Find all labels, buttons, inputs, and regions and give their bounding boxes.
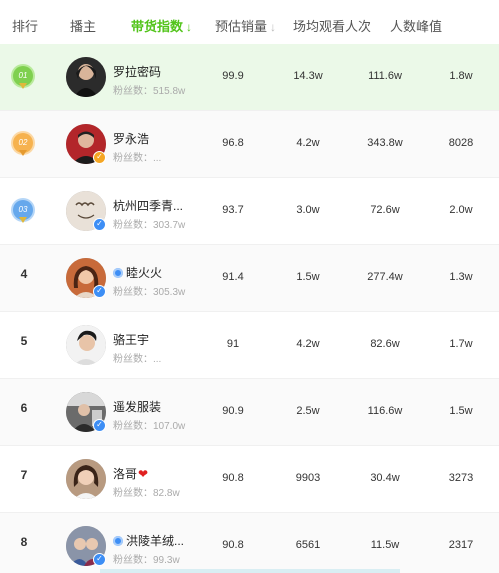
table-row[interactable]: 5 骆王宇 粉丝数：... 91 4.2w 82.6w 1.7w [0, 312, 499, 379]
header-streamer: 播主 [70, 19, 97, 34]
sales-value: 14.3w [293, 70, 323, 82]
peak-value: 1.5w [449, 405, 473, 417]
table-row[interactable]: 01 罗拉密码 粉丝数：515.8w 99.9 14.3w 111.6w 1.8… [0, 44, 499, 111]
sales-value: 3.0w [296, 204, 320, 216]
avatar[interactable] [66, 459, 106, 499]
fans-count: 粉丝数：107.0w [113, 421, 186, 432]
sales-value: 9903 [295, 472, 321, 484]
views-value: 11.5w [370, 539, 400, 551]
header-rank: 排行 [12, 19, 39, 34]
creator-badge-icon [113, 268, 123, 278]
sort-down-arrow-icon: ↓ [270, 20, 277, 34]
verified-check-icon: ✓ [93, 218, 106, 231]
header-score-sort[interactable]: 带货指数 ↓ [131, 16, 192, 35]
bronze-medal-icon: 03 [13, 200, 33, 223]
header-peak: 人数峰值 [390, 19, 443, 34]
table-row[interactable]: 03 ✓ 杭州四季青... 粉丝数：303.7w 93.7 3.0w 72.6w… [0, 178, 499, 245]
fans-count: 粉丝数：... [113, 153, 162, 164]
fans-count: 粉丝数：... [113, 354, 162, 365]
peak-value: 8028 [448, 137, 474, 149]
sales-value: 2.5w [296, 405, 320, 417]
header-sales-sort[interactable]: 预估销量 ↓ [215, 16, 276, 35]
score-value: 91.4 [222, 271, 244, 283]
peak-value: 3273 [448, 472, 474, 484]
silver-medal-icon: 02 [13, 133, 33, 156]
fans-count: 粉丝数：515.8w [113, 86, 186, 97]
fans-count: 粉丝数：305.3w [113, 287, 186, 298]
header-views: 场均观看人次 [293, 19, 372, 34]
views-value: 72.6w [370, 204, 400, 216]
score-value: 93.7 [222, 204, 244, 216]
peak-value: 1.7w [449, 338, 473, 350]
sales-value: 4.2w [296, 338, 320, 350]
score-value: 96.8 [222, 137, 244, 149]
verified-check-icon: ✓ [93, 151, 106, 164]
streamer-name[interactable]: 罗拉密码 [113, 63, 161, 80]
peak-value: 1.3w [449, 271, 473, 283]
ranking-table: 01 罗拉密码 粉丝数：515.8w 99.9 14.3w 111.6w 1.8… [0, 44, 499, 573]
score-value: 99.9 [222, 70, 244, 82]
table-header: 排行 播主 带货指数 ↓ 预估销量 ↓ 场均观看人次 人数峰值 [0, 0, 499, 48]
views-value: 111.6w [368, 70, 402, 82]
score-value: 90.9 [222, 405, 244, 417]
streamer-name-with-badge[interactable]: 睦火火 [113, 264, 162, 281]
horizontal-scrollbar[interactable] [100, 569, 400, 573]
peak-value: 2.0w [449, 204, 473, 216]
table-row[interactable]: 02 ✓ 罗永浩 粉丝数：... 96.8 4.2w 343.8w 8028 [0, 111, 499, 178]
views-value: 343.8w [367, 137, 403, 149]
rank-number: 7 [20, 468, 28, 482]
avatar[interactable] [66, 325, 106, 365]
streamer-name[interactable]: 杭州四季青... [113, 197, 183, 214]
streamer-name[interactable]: 骆王宇 [113, 331, 149, 348]
fans-count: 粉丝数：82.8w [113, 488, 180, 499]
rank-number: 8 [20, 535, 28, 549]
views-value: 30.4w [370, 472, 400, 484]
peak-value: 1.8w [449, 70, 473, 82]
table-row[interactable]: 6 ✓ 遥发服装 粉丝数：107.0w 90.9 2.5w 116.6w 1.5… [0, 379, 499, 446]
avatar[interactable] [66, 57, 106, 97]
sort-down-arrow-icon: ↓ [186, 20, 193, 34]
verified-check-icon: ✓ [93, 419, 106, 432]
verified-check-icon: ✓ [93, 553, 106, 566]
gold-medal-icon: 01 [13, 66, 33, 89]
verified-check-icon: ✓ [93, 285, 106, 298]
header-sales-label: 预估销量 [215, 19, 268, 34]
views-value: 277.4w [367, 271, 403, 283]
fans-count: 粉丝数：303.7w [113, 220, 186, 231]
creator-badge-icon [113, 536, 123, 546]
sales-value: 6561 [295, 539, 321, 551]
rank-number: 5 [20, 334, 28, 348]
sales-value: 1.5w [296, 271, 320, 283]
views-value: 116.6w [367, 405, 403, 417]
table-row[interactable]: 8 ✓ 洪陵羊绒... 粉丝数：99.3w 90.8 6561 11.5w 23… [0, 513, 499, 573]
sales-value: 4.2w [296, 137, 320, 149]
rank-number: 4 [20, 267, 28, 281]
fans-count: 粉丝数：99.3w [113, 555, 180, 566]
score-value: 90.8 [222, 539, 244, 551]
score-value: 91 [226, 338, 240, 350]
streamer-name-with-badge[interactable]: 洪陵羊绒... [113, 532, 184, 549]
streamer-name[interactable]: 遥发服装 [113, 398, 161, 415]
header-score-label: 带货指数 [131, 19, 184, 34]
score-value: 90.8 [222, 472, 244, 484]
streamer-name[interactable]: 罗永浩 [113, 130, 149, 147]
rank-number: 6 [20, 401, 28, 415]
peak-value: 2317 [448, 539, 474, 551]
table-row[interactable]: 4 ✓ 睦火火 粉丝数：305.3w 91.4 1.5w 277.4w 1.3w [0, 245, 499, 312]
streamer-name-with-heart[interactable]: 洛哥❤ [113, 465, 148, 482]
table-row[interactable]: 7 洛哥❤ 粉丝数：82.8w 90.8 9903 30.4w 3273 [0, 446, 499, 513]
heart-icon: ❤ [138, 467, 149, 481]
views-value: 82.6w [370, 338, 400, 350]
